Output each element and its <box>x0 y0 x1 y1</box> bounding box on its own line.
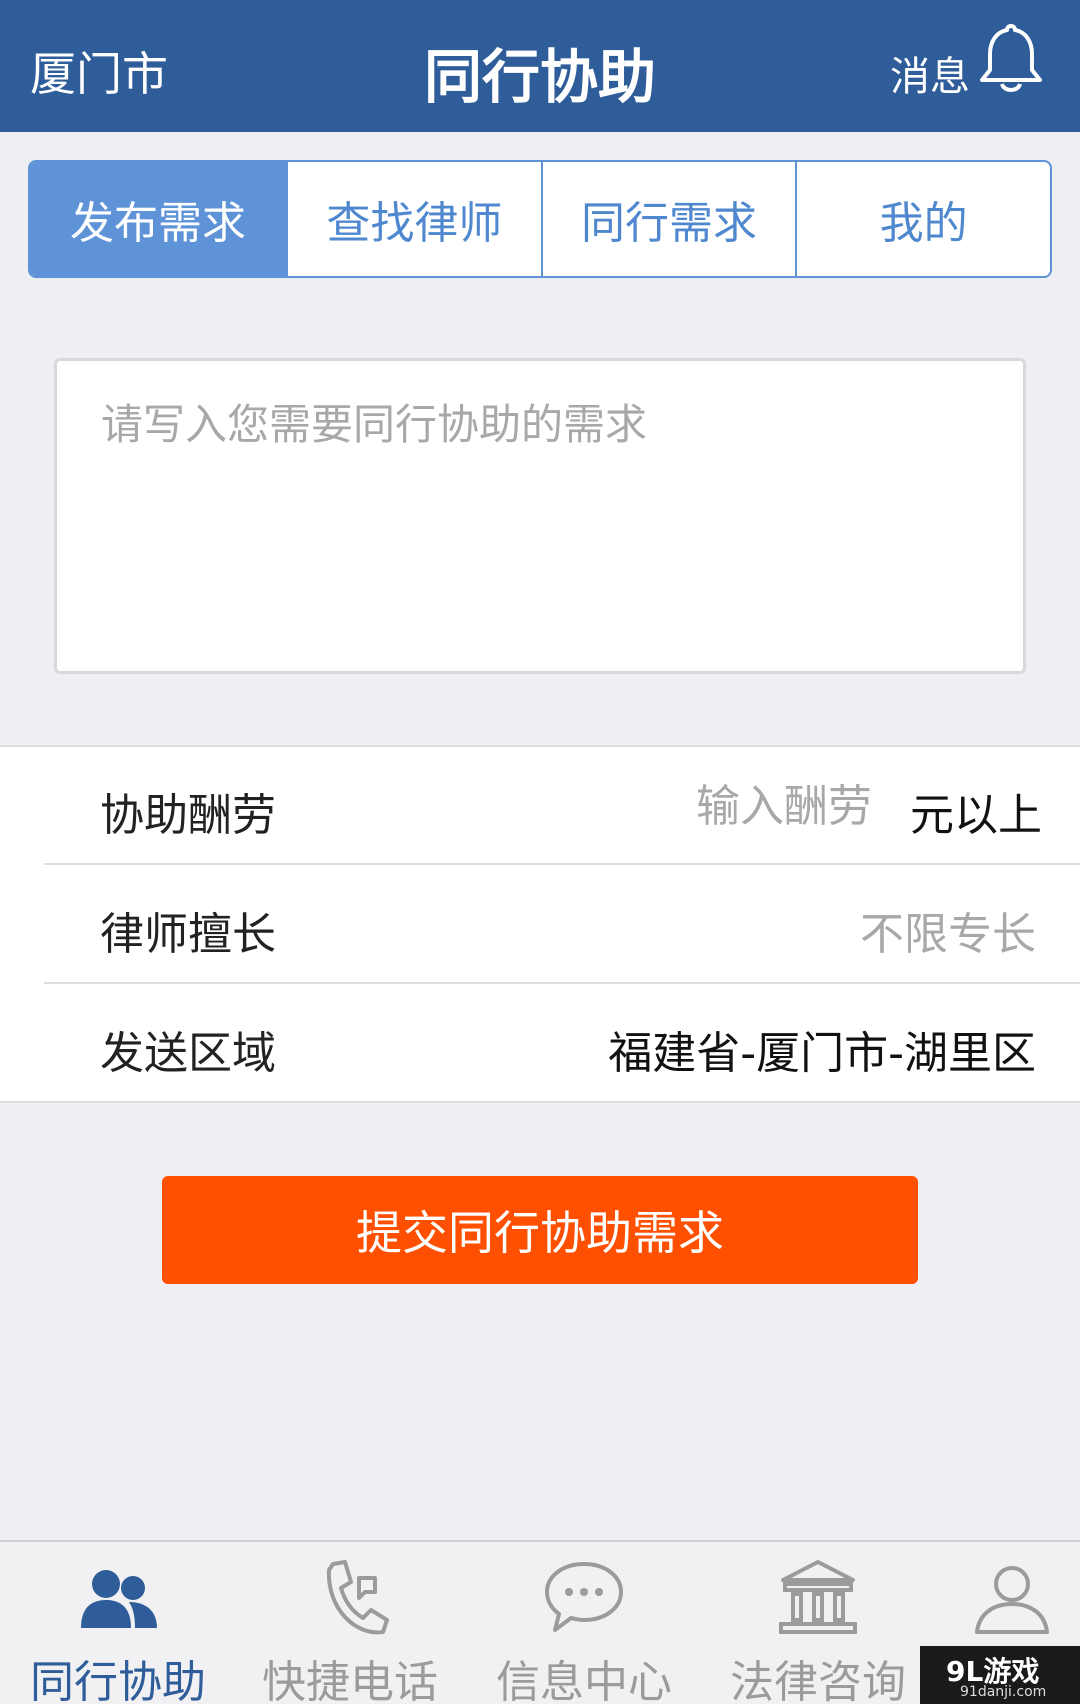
phone-icon <box>326 1560 389 1635</box>
request-form: 协助酬劳 元以上 律师擅长 不限专长 发送区域 福建省-厦门市-湖里区 <box>0 745 1080 1103</box>
tab-bar: 发布需求 查找律师 同行需求 我的 <box>28 160 1052 278</box>
reward-row: 协助酬劳 元以上 <box>44 747 1080 865</box>
chat-bubble-icon <box>545 1562 623 1632</box>
courthouse-icon <box>779 1560 857 1634</box>
bottom-nav: 同行协助 快捷电话 信息中心 法律咨询 <box>0 1540 1080 1704</box>
reward-unit: 元以上 <box>910 790 1042 841</box>
tab-peer-requests[interactable]: 同行需求 <box>540 162 796 276</box>
nav-quick-call[interactable]: 快捷电话 <box>242 1542 458 1704</box>
watermark-logo: 9L游戏 91danji.com <box>920 1646 1080 1704</box>
specialty-label: 律师擅长 <box>100 909 276 960</box>
bell-icon[interactable] <box>978 20 1044 96</box>
specialty-value[interactable]: 不限专长 <box>860 898 1036 962</box>
user-profile-icon <box>975 1566 1049 1634</box>
nav-label: 快捷电话 <box>262 1657 438 1704</box>
nav-info-center[interactable]: 信息中心 <box>476 1542 692 1704</box>
nav-label: 同行协助 <box>30 1657 206 1704</box>
region-row[interactable]: 发送区域 福建省-厦门市-湖里区 <box>44 985 1080 1103</box>
users-icon <box>81 1570 157 1628</box>
nav-label: 信息中心 <box>496 1657 672 1704</box>
tab-publish-request[interactable]: 发布需求 <box>30 162 286 276</box>
tab-mine[interactable]: 我的 <box>795 162 1050 276</box>
nav-label: 法律咨询 <box>730 1657 906 1704</box>
submit-request-button[interactable]: 提交同行协助需求 <box>162 1176 918 1284</box>
top-bar: 厦门市 同行协助 消息 <box>0 0 1080 132</box>
reward-input[interactable] <box>632 771 872 841</box>
messages-label[interactable]: 消息 <box>890 44 970 102</box>
watermark-sub: 91danji.com <box>960 1684 1047 1700</box>
tab-find-lawyer[interactable]: 查找律师 <box>286 162 541 276</box>
nav-legal-consult[interactable]: 法律咨询 <box>710 1542 926 1704</box>
region-value[interactable]: 福建省-厦门市-湖里区 <box>608 1017 1036 1081</box>
specialty-row[interactable]: 律师擅长 不限专长 <box>44 866 1080 984</box>
request-textarea[interactable] <box>54 358 1026 674</box>
nav-peer-assist[interactable]: 同行协助 <box>10 1542 226 1704</box>
region-label: 发送区域 <box>100 1028 276 1079</box>
reward-label: 协助酬劳 <box>100 790 276 841</box>
